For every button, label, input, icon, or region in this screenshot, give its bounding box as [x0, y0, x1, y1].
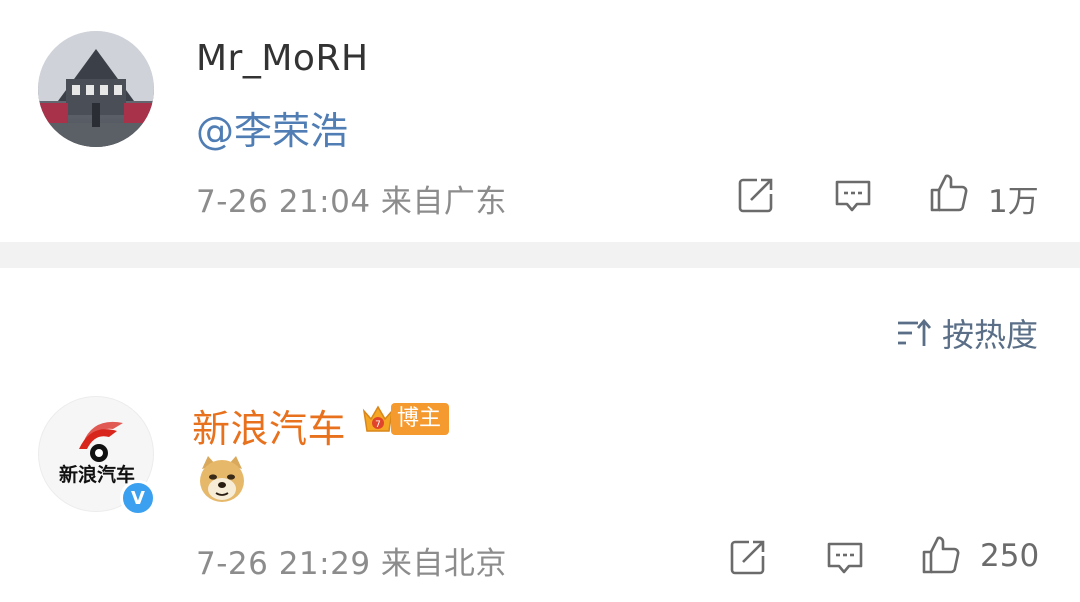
like-count: 1万: [988, 184, 1039, 220]
sort-label: 按热度: [941, 316, 1038, 354]
avatar-image: [38, 31, 154, 147]
comment-like-icon[interactable]: [920, 534, 962, 576]
post-timestamp-location: 7-26 21:04 来自广东: [196, 184, 507, 220]
post-card: Mr_MoRH @李荣浩 7-26 21:04 来自广东 1万: [0, 0, 1080, 242]
blogger-badge: 7 博主: [361, 401, 450, 437]
avatar-text: 新浪汽车: [59, 463, 135, 486]
badge-label: 博主: [391, 403, 450, 435]
doge-emoji-icon: [200, 456, 244, 502]
comments-section: 按热度 新浪汽车 V 新浪汽车 7 博主 7-26 21:29 来自北京 250: [0, 268, 1080, 602]
comment-reply-icon[interactable]: [824, 536, 866, 578]
user-avatar[interactable]: [38, 31, 154, 147]
comment-icon[interactable]: [832, 174, 874, 216]
repost-icon[interactable]: [735, 174, 777, 216]
post-username[interactable]: Mr_MoRH: [196, 38, 369, 79]
commenter-username[interactable]: 新浪汽车: [192, 398, 346, 453]
comment-repost-icon[interactable]: [727, 536, 769, 578]
mention-link[interactable]: @李荣浩: [196, 100, 348, 155]
section-divider: [0, 242, 1080, 268]
verified-mark: V: [131, 487, 145, 509]
sort-icon: [897, 318, 932, 346]
comment-timestamp-location: 7-26 21:29 来自北京: [196, 546, 507, 582]
sort-by-heat-button[interactable]: 按热度: [896, 310, 1038, 356]
crown-icon: 7: [362, 405, 394, 432]
comment-like-count: 250: [980, 538, 1040, 574]
svg-text:7: 7: [375, 420, 381, 430]
like-icon[interactable]: [928, 172, 970, 214]
verified-badge-icon: V: [120, 480, 156, 516]
